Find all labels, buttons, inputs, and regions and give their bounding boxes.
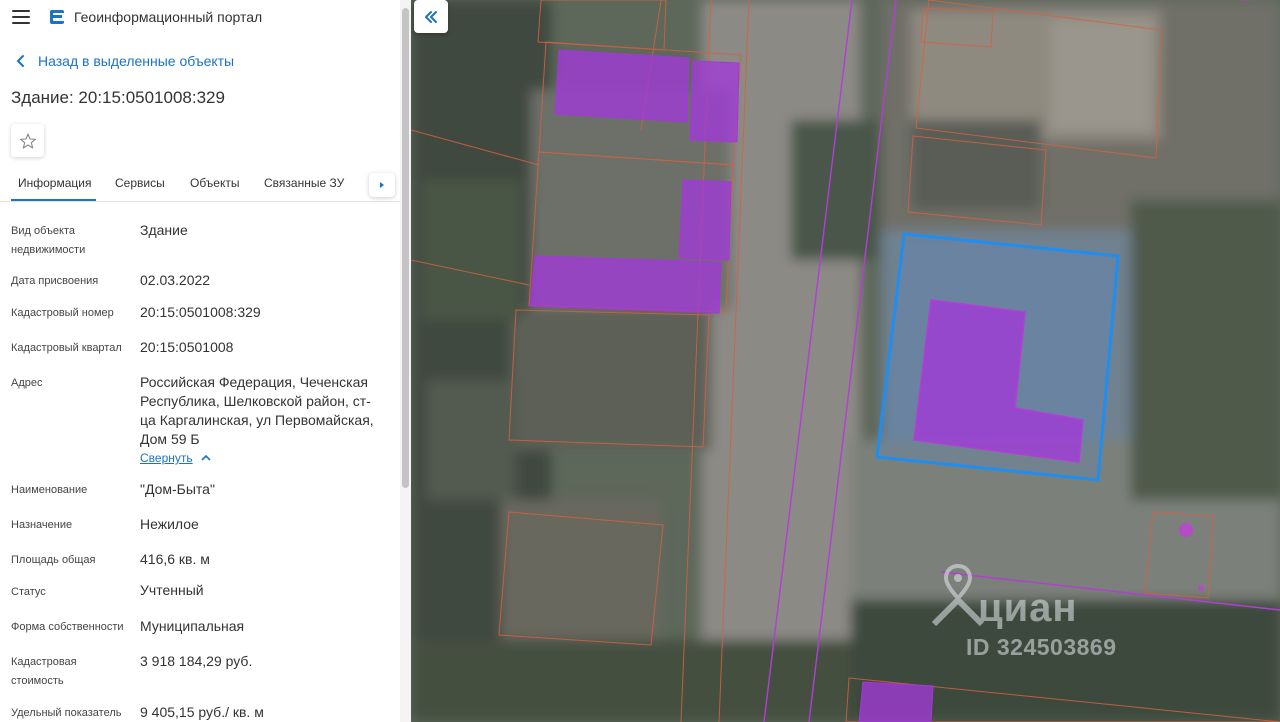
watermark-id: ID 324503869 [966, 634, 1117, 660]
prop-value-cadastral-number: 20:15:0501008:329 [140, 304, 261, 320]
back-link-label: Назад в выделенные объекты [38, 53, 235, 69]
building[interactable] [529, 255, 722, 314]
chevron-right-icon [380, 182, 384, 188]
prop-label-total-area: Площадь общая [11, 554, 96, 566]
prop-label-assigned-date: Дата присвоения [11, 275, 99, 287]
object-title: Здание: 20:15:0501008:329 [11, 88, 225, 107]
portal-logo-icon [50, 10, 64, 24]
tab-related-parcels[interactable]: Связанные ЗУ [264, 176, 344, 190]
chevron-up-icon [201, 454, 211, 461]
prop-value-address: Российская Федерация, Чеченская Республи… [140, 374, 374, 447]
building[interactable] [858, 681, 934, 722]
prop-label-address: Адрес [11, 377, 43, 389]
object-info-panel: Геоинформационный портал Назад в выделен… [0, 0, 411, 722]
star-icon [19, 132, 36, 149]
prop-value-unit-rate: 9 405,15 руб./ кв. м [140, 704, 264, 720]
map-marker[interactable] [1198, 585, 1204, 591]
panel-scrollbar-thumb[interactable] [402, 8, 409, 488]
prop-value-cadastral-value: 3 918 184,29 руб. [140, 653, 253, 669]
prop-label-cadastral-quarter: Кадастровый квартал [11, 342, 122, 354]
watermark: циан ID 324503869 [928, 562, 1168, 662]
collapse-address-link[interactable]: Свернуть [140, 451, 211, 465]
prop-label-cadastral-value: Кадастровая стоимость [11, 656, 77, 687]
map-view[interactable]: циан ID 324503869 [411, 0, 1280, 722]
prop-value-total-area: 416,6 кв. м [140, 551, 210, 567]
prop-value-ownership: Муниципальная [140, 618, 245, 634]
chevron-left-icon [16, 55, 24, 67]
app-title: Геоинформационный портал [74, 9, 263, 25]
prop-label-unit-rate: Удельный показатель [11, 707, 122, 719]
tab-information[interactable]: Информация [18, 176, 91, 190]
prop-value-object-type: Здание [140, 222, 188, 238]
prop-value-purpose: Нежилое [140, 516, 199, 532]
prop-value-status: Учтенный [140, 582, 204, 598]
building[interactable] [678, 179, 732, 261]
hamburger-icon[interactable] [12, 10, 30, 24]
favorite-button[interactable] [11, 124, 44, 157]
prop-label-ownership: Форма собственности [11, 621, 124, 633]
collapse-label: Свернуть [140, 451, 193, 465]
prop-label-name: Наименование [11, 484, 88, 496]
tabs-scroll-right-button[interactable] [369, 173, 395, 197]
prop-label-object-type: Вид объекта недвижимости [11, 225, 86, 256]
top-bar: Геоинформационный портал [0, 0, 400, 36]
building[interactable] [554, 49, 690, 123]
active-tab-indicator [11, 199, 96, 201]
watermark-brand: циан [978, 586, 1078, 630]
tab-services[interactable]: Сервисы [115, 176, 165, 190]
prop-value-name: "Дом-Быта" [140, 481, 215, 497]
tab-objects[interactable]: Объекты [190, 176, 240, 190]
collapse-panel-button[interactable] [414, 0, 448, 33]
map-marker[interactable] [1179, 523, 1193, 537]
tab-bar: Информация Сервисы Объекты Связанные ЗУ [0, 166, 400, 202]
back-to-selected-link[interactable]: Назад в выделенные объекты [14, 53, 234, 69]
double-chevron-left-icon [425, 10, 437, 23]
prop-label-status: Статус [11, 586, 46, 598]
prop-label-purpose: Назначение [11, 519, 73, 531]
building[interactable] [689, 60, 740, 143]
prop-value-cadastral-quarter: 20:15:0501008 [140, 339, 234, 355]
prop-label-cadastral-number: Кадастровый номер [11, 307, 114, 319]
prop-value-assigned-date: 02.03.2022 [140, 272, 211, 288]
